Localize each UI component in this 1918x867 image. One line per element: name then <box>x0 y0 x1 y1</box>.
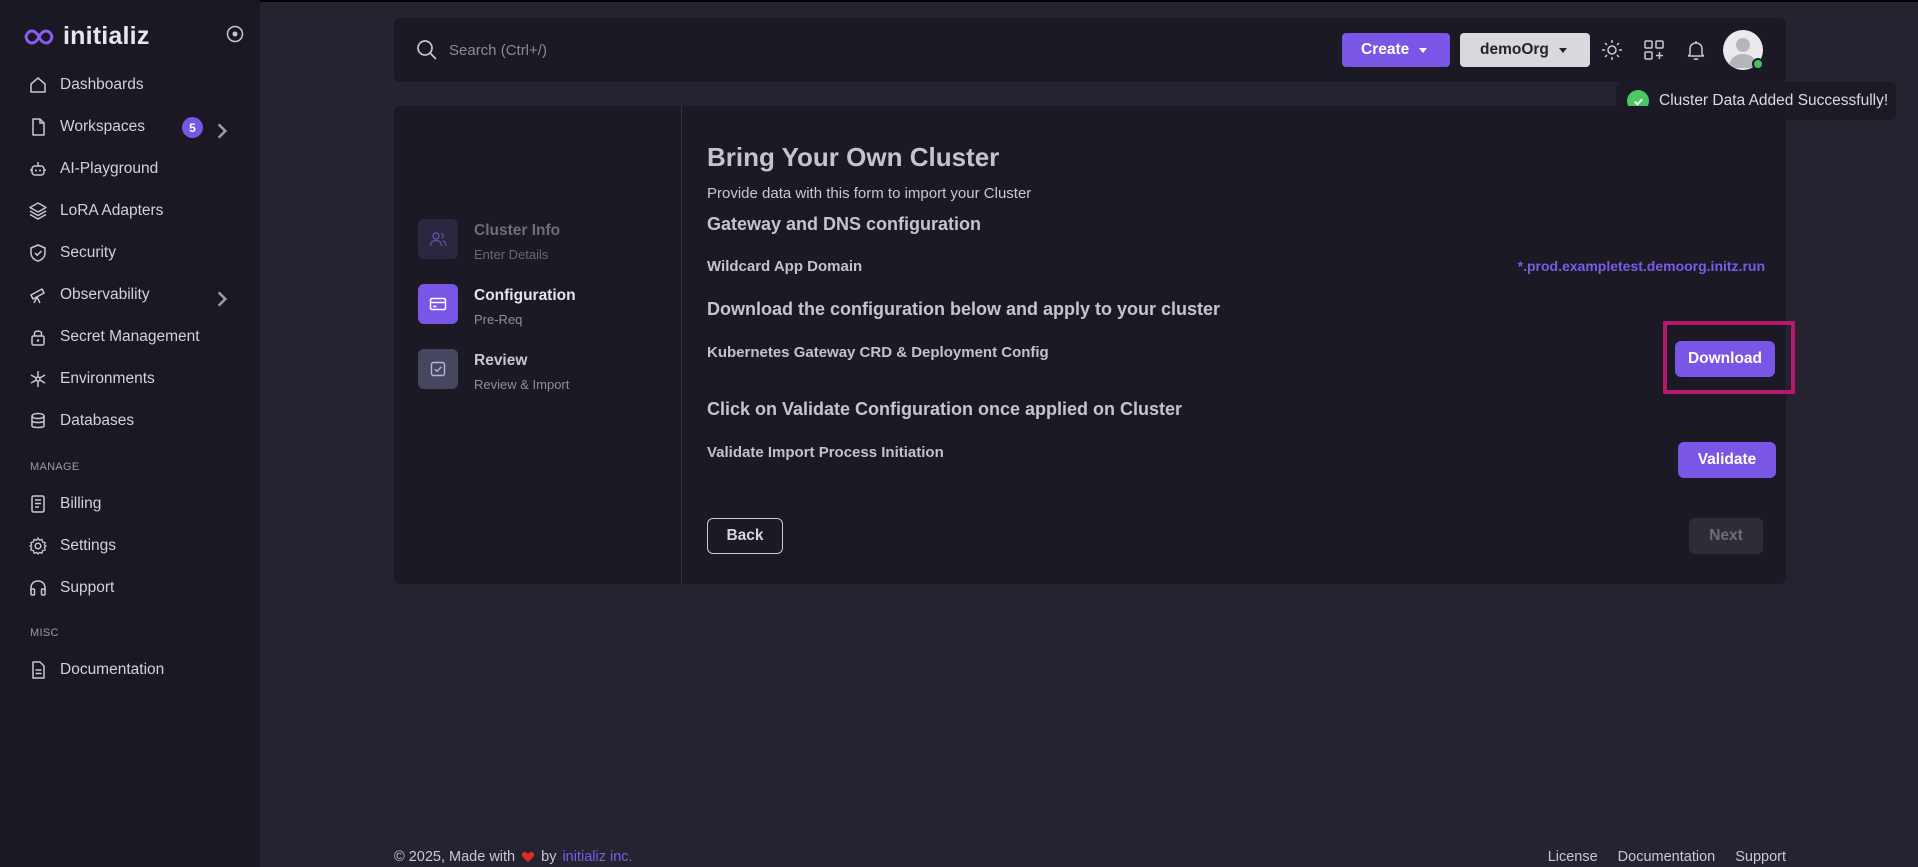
sidebar-item-label: Billing <box>60 495 102 512</box>
stepper-divider <box>681 106 682 584</box>
brand-name: initializ <box>63 22 150 50</box>
credit-card-icon <box>418 284 458 324</box>
sidebar-item-label: Workspaces <box>60 118 145 135</box>
sidebar-item-label: AI-Playground <box>60 160 159 177</box>
step-review[interactable]: Review Review & Import <box>418 349 569 392</box>
search-input[interactable]: Search (Ctrl+/) <box>449 42 547 59</box>
sidebar-item-label: Databases <box>60 412 135 429</box>
telescope-icon <box>30 288 45 304</box>
sidebar-item-label: Settings <box>60 537 117 554</box>
by-text: by <box>541 849 557 865</box>
config-label: Kubernetes Gateway CRD & Deployment Conf… <box>707 344 1049 361</box>
create-button-label: Create <box>1361 41 1410 58</box>
import-cluster-card: Cluster Info Enter Details Configuration… <box>394 106 1795 584</box>
page-title: Bring Your Own Cluster <box>707 142 1000 172</box>
receipt-icon <box>31 495 45 513</box>
apps-grid-icon[interactable] <box>1642 38 1666 62</box>
sidebar-item-settings[interactable]: Settings <box>28 531 238 561</box>
gateway-heading: Gateway and DNS configuration <box>707 214 982 234</box>
page-description: Provide data with this form to import yo… <box>707 185 1032 202</box>
sidebar-item-observability[interactable]: Observability <box>28 280 238 310</box>
sidebar-item-label: Documentation <box>60 661 165 678</box>
users-icon <box>418 219 458 259</box>
create-button[interactable]: Create <box>1342 33 1450 67</box>
sun-icon[interactable] <box>1600 38 1624 62</box>
brand[interactable]: initializ <box>24 22 150 51</box>
caret-down-icon <box>1419 47 1428 53</box>
sidebar-item-dashboards[interactable]: Dashboards <box>28 70 238 100</box>
footer-link-license[interactable]: License <box>1548 849 1598 865</box>
footer-links: License Documentation Support <box>1548 849 1786 865</box>
download-heading: Download the configuration below and app… <box>707 299 1221 319</box>
file-icon <box>32 118 45 136</box>
step-title: Review <box>474 352 528 369</box>
headphones-icon <box>30 580 46 596</box>
sidebar-item-security[interactable]: Security <box>28 238 238 268</box>
search-icon[interactable] <box>416 39 438 61</box>
workspaces-count-badge: 5 <box>182 117 203 138</box>
infinity-logo-icon <box>24 28 54 45</box>
snowflake-icon <box>30 371 46 387</box>
chevron-right-icon[interactable] <box>212 121 232 141</box>
sidebar-item-label: Environments <box>60 370 155 387</box>
step-subtitle: Pre-Req <box>474 312 523 327</box>
copyright-text: © 2025, Made with <box>394 849 516 865</box>
sidebar-item-label: LoRA Adapters <box>60 202 164 219</box>
validate-button[interactable]: Validate <box>1678 442 1776 478</box>
chevron-right-icon[interactable] <box>212 289 232 309</box>
sidebar-item-label: Security <box>60 244 116 261</box>
section-label-misc: MISC <box>30 627 59 639</box>
sidebar-item-label: Support <box>60 579 115 596</box>
shield-icon <box>30 244 46 262</box>
back-button[interactable]: Back <box>707 518 783 554</box>
sidebar-item-ai-playground[interactable]: AI-Playground <box>28 154 238 184</box>
sidebar-item-secret-management[interactable]: Secret Management <box>28 322 238 352</box>
wildcard-domain-label: Wildcard App Domain <box>707 258 863 275</box>
online-status-dot <box>1752 58 1764 70</box>
form-content: Bring Your Own Cluster Provide data with… <box>707 106 1795 584</box>
caret-down-icon <box>1558 47 1567 53</box>
step-configuration[interactable]: Configuration Pre-Req <box>418 284 576 327</box>
org-selector[interactable]: demoOrg <box>1460 33 1590 67</box>
company-link[interactable]: initializ inc. <box>562 849 632 865</box>
step-subtitle: Enter Details <box>474 247 549 262</box>
footer-copyright: © 2025, Made with by initializ inc. <box>394 849 633 865</box>
download-button[interactable]: Download <box>1675 341 1775 377</box>
validate-label: Validate Import Process Initiation <box>707 444 944 461</box>
next-button[interactable]: Next <box>1689 518 1763 554</box>
gear-icon <box>29 537 47 555</box>
heart-icon <box>521 852 535 863</box>
sidebar-item-lora-adapters[interactable]: LoRA Adapters <box>28 196 238 226</box>
sidebar-item-billing[interactable]: Billing <box>28 489 238 519</box>
document-icon <box>32 661 45 679</box>
sidebar-item-label: Observability <box>60 286 150 303</box>
lock-icon <box>31 330 45 346</box>
section-label-manage: MANAGE <box>30 461 80 473</box>
sidebar-item-workspaces[interactable]: Workspaces 5 <box>28 112 238 142</box>
sidebar-item-environments[interactable]: Environments <box>28 364 238 394</box>
step-cluster-info[interactable]: Cluster Info Enter Details <box>418 219 560 262</box>
step-title: Configuration <box>474 287 576 304</box>
validate-heading: Click on Validate Configuration once app… <box>707 399 1183 419</box>
sidebar: initializ Dashboards Workspaces 5 AI-Pla… <box>0 0 260 867</box>
sidebar-item-support[interactable]: Support <box>28 573 238 603</box>
sidebar-item-label: Dashboards <box>60 76 144 93</box>
sidebar-item-documentation[interactable]: Documentation <box>28 655 238 685</box>
sidebar-toggle-icon[interactable] <box>226 25 244 43</box>
step-title: Cluster Info <box>474 222 561 239</box>
topbar: Search (Ctrl+/) Create demoOrg <box>394 18 1786 82</box>
footer-link-documentation[interactable]: Documentation <box>1618 849 1716 865</box>
footer-link-support[interactable]: Support <box>1735 849 1786 865</box>
database-icon <box>31 412 45 429</box>
robot-icon <box>30 162 46 176</box>
sidebar-item-databases[interactable]: Databases <box>28 406 238 436</box>
checkbox-icon <box>418 349 458 389</box>
wildcard-domain-value: *.prod.exampletest.demoorg.initz.run <box>1517 258 1765 274</box>
sidebar-item-label: Secret Management <box>60 328 200 345</box>
bell-icon[interactable] <box>1684 38 1708 62</box>
layers-icon <box>29 202 47 220</box>
org-selector-label: demoOrg <box>1480 41 1549 58</box>
step-subtitle: Review & Import <box>474 377 570 392</box>
home-icon <box>30 77 46 93</box>
